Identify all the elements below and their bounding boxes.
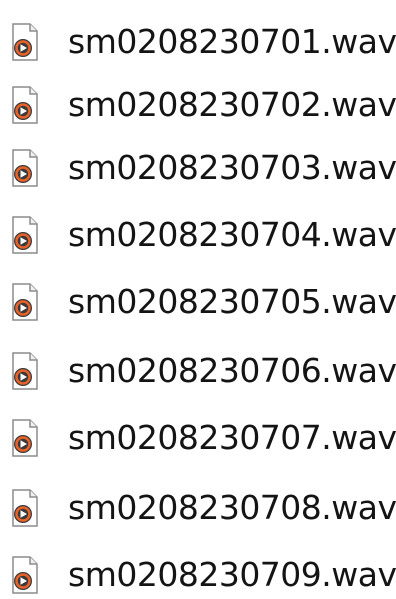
file-name: sm0208230708.wav bbox=[68, 488, 396, 527]
file-item-1[interactable]: sm0208230701.wav bbox=[10, 20, 396, 64]
file-item-5[interactable]: sm0208230705.wav bbox=[10, 280, 396, 324]
file-item-2[interactable]: sm0208230702.wav bbox=[10, 83, 396, 127]
file-item-6[interactable]: sm0208230706.wav bbox=[10, 349, 396, 393]
wav-audio-file-icon bbox=[10, 215, 40, 255]
file-name: sm0208230705.wav bbox=[68, 282, 396, 321]
file-item-7[interactable]: sm0208230707.wav bbox=[10, 416, 396, 460]
file-item-8[interactable]: sm0208230708.wav bbox=[10, 486, 396, 530]
file-name: sm0208230702.wav bbox=[68, 85, 396, 124]
wav-audio-file-icon bbox=[10, 282, 40, 322]
wav-audio-file-icon bbox=[10, 488, 40, 528]
file-name: sm0208230707.wav bbox=[68, 418, 396, 457]
file-item-9[interactable]: sm0208230709.wav bbox=[10, 553, 396, 597]
file-item-3[interactable]: sm0208230703.wav bbox=[10, 146, 396, 190]
wav-audio-file-icon bbox=[10, 22, 40, 62]
wav-audio-file-icon bbox=[10, 351, 40, 391]
file-name: sm0208230703.wav bbox=[68, 148, 396, 187]
file-name: sm0208230709.wav bbox=[68, 555, 396, 594]
file-item-4[interactable]: sm0208230704.wav bbox=[10, 213, 396, 257]
file-name: sm0208230701.wav bbox=[68, 22, 396, 61]
wav-audio-file-icon bbox=[10, 85, 40, 125]
file-list: sm0208230701.wav sm0208230702.wav sm0208… bbox=[0, 0, 396, 599]
wav-audio-file-icon bbox=[10, 418, 40, 458]
wav-audio-file-icon bbox=[10, 555, 40, 595]
file-name: sm0208230704.wav bbox=[68, 215, 396, 254]
file-name: sm0208230706.wav bbox=[68, 351, 396, 390]
wav-audio-file-icon bbox=[10, 148, 40, 188]
